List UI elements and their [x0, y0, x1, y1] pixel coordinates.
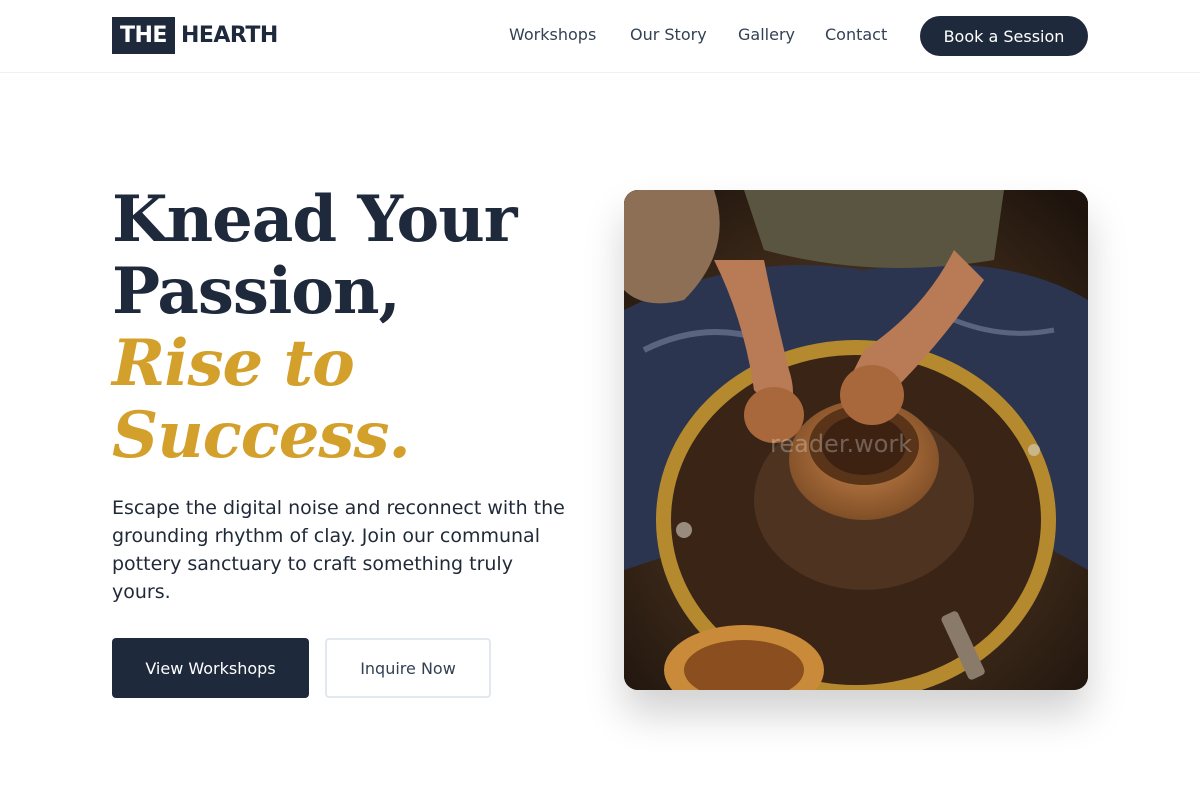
image-watermark: reader.work [770, 430, 913, 458]
headline-line-2: Passion, [112, 254, 401, 329]
book-session-button[interactable]: Book a Session [920, 16, 1088, 56]
headline-accent-2: Success. [112, 398, 411, 473]
view-workshops-button[interactable]: View Workshops [112, 638, 309, 698]
headline-accent-1: Rise to [112, 326, 355, 401]
nav-link-gallery[interactable]: Gallery [738, 25, 795, 44]
logo-mark: THE [112, 17, 175, 54]
logo[interactable]: THE HEARTH [112, 17, 278, 54]
nav-link-our-story[interactable]: Our Story [630, 25, 707, 44]
nav-link-workshops[interactable]: Workshops [509, 25, 596, 44]
inquire-now-button[interactable]: Inquire Now [325, 638, 491, 698]
site-header: THE HEARTH Workshops Our Story Gallery C… [0, 0, 1200, 73]
headline-line-1: Knead Your [112, 182, 517, 257]
hero-subtext: Escape the digital noise and reconnect w… [112, 497, 565, 603]
logo-wordmark: HEARTH [180, 23, 278, 48]
nav-link-contact[interactable]: Contact [825, 25, 887, 44]
hero-headline: Knead Your Passion, Rise to Success. [112, 184, 592, 472]
